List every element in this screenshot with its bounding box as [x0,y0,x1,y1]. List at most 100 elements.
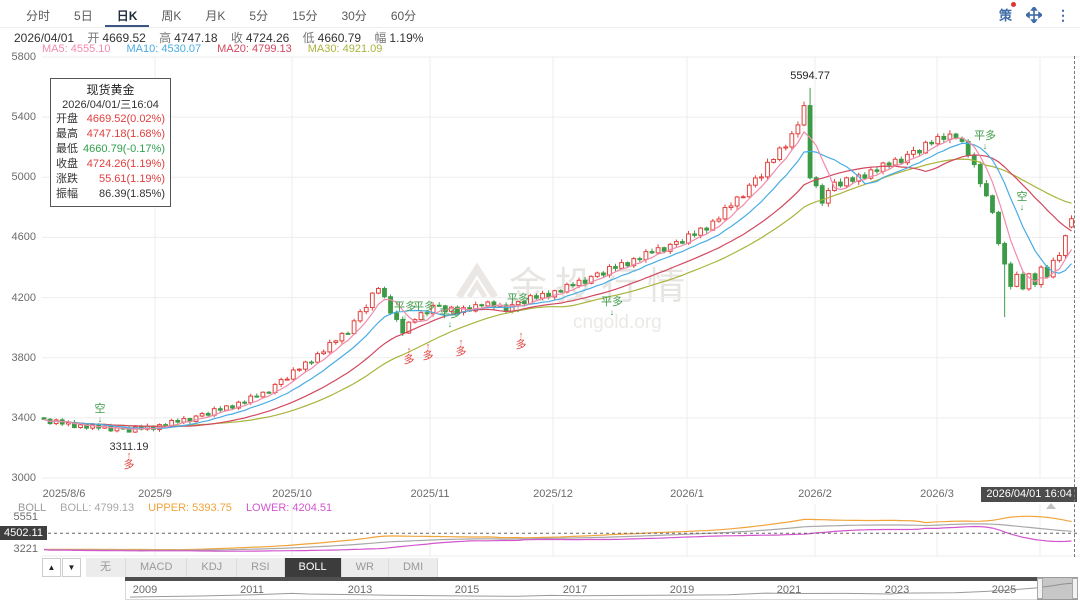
tab-weekly-k[interactable]: 周K [149,0,193,27]
indicator-down-button[interactable]: ▼ [62,558,81,577]
candle-body [942,136,946,139]
navigator-scrollbar[interactable] [125,577,1037,581]
candle-body [364,307,368,311]
tooltip-row-high: 最高4747.18(1.68%) [56,127,165,142]
navigator-year-label: 2021 [777,584,801,596]
candle-body [480,305,484,306]
indicator-tab-boll[interactable]: BOLL [285,558,342,577]
strategy-icon[interactable]: 策 [999,5,1012,24]
indicator-tab-kdj[interactable]: KDJ [187,558,237,577]
indicator-tab-none[interactable]: 无 [86,558,126,577]
candle-body [839,182,843,186]
brush-right-handle[interactable] [1072,578,1078,599]
tooltip-low-value: 4660.79(-0.17%) [83,142,165,157]
navigator-year-label: 2009 [133,584,157,596]
candle-body [115,428,119,431]
ma10-value: MA10: 4530.07 [127,43,202,55]
candle-body [899,159,903,162]
candle-body [334,341,338,343]
boll-lower-value: LOWER: 4204.51 [246,502,332,514]
candle-body [1015,274,1019,286]
boll-header: BOLL BOLL: 4799.13 UPPER: 5393.75 LOWER:… [18,502,332,514]
candle-body [377,288,381,293]
candles-group [42,88,1073,433]
candle-body [875,170,879,171]
navigator-year-label: 2011 [240,584,264,596]
candle-body [991,196,995,213]
candle-body [1009,264,1013,286]
candle-body [267,392,271,393]
candle-body [79,425,83,428]
candle-body [620,263,624,269]
candle-body [395,313,399,319]
candle-body [1064,236,1068,256]
candle-body [936,136,940,143]
candle-body [656,248,660,253]
candle-body [571,284,575,285]
tab-5day[interactable]: 5日 [62,0,105,27]
x-axis-tick: 2025/11 [411,488,450,500]
candle-body [954,134,958,138]
tab-timeshare[interactable]: 分时 [14,0,62,27]
more-menu-icon[interactable]: ⋮ [1056,7,1070,23]
amplitude-value: 1.19% [389,31,423,45]
brush-left-handle[interactable] [1037,578,1043,599]
candle-body [778,148,782,159]
x-axis-tick: 2025/10 [272,488,312,500]
candle-body [419,313,423,320]
ma5-value: MA5: 4555.10 [42,43,111,55]
candle-body [796,125,800,134]
candle-body [425,313,429,314]
candle-body [790,134,794,147]
tab-monthly-k[interactable]: 月K [193,0,237,27]
indicator-up-button[interactable]: ▲ [42,558,61,577]
indicator-tab-wr[interactable]: WR [342,558,389,577]
crosshair-vertical-line [1074,56,1075,557]
candle-body [486,302,490,306]
candle-body [279,380,283,385]
x-axis-tick: 2025/8/6 [43,488,86,500]
navigator-year-label: 2015 [455,584,479,596]
tooltip-amplitude-label: 振幅 [56,187,78,202]
candle-body [893,159,897,165]
candle-body [662,248,666,252]
x-axis-tick: 2026/2 [798,488,832,500]
tooltip-change-value: 55.61(1.19%) [99,172,165,187]
candle-body [717,219,721,221]
navigator-year-label: 2019 [670,584,694,596]
candle-body [681,242,685,244]
candle-body [997,212,1001,243]
candle-body [845,178,849,186]
candle-body [310,362,314,363]
compare-layout-icon[interactable] [1026,7,1042,23]
tab-5min[interactable]: 5分 [237,0,280,27]
tooltip-row-open: 开盘4669.52(0.02%) [56,112,165,127]
indicator-tab-macd[interactable]: MACD [126,558,187,577]
candle-body [881,163,885,171]
candle-body [42,418,46,420]
tooltip-open-value: 4669.52(0.02%) [87,112,165,127]
indicator-tab-dmi[interactable]: DMI [389,558,438,577]
candle-body [723,208,727,219]
candle-body [1070,219,1074,227]
candle-body [693,234,697,235]
main-grid [42,57,1080,478]
tab-30min[interactable]: 30分 [329,0,378,27]
candle-body [297,369,301,370]
candle-body [887,163,891,165]
tab-daily-k[interactable]: 日K [105,0,150,27]
candle-body [1003,244,1007,264]
ma30-value: MA30: 4921.09 [308,43,383,55]
indicator-tab-rsi[interactable]: RSI [237,558,284,577]
candle-body [784,147,788,148]
navigator-year-label: 2017 [563,584,587,596]
candle-body [261,392,265,397]
ma30-line [44,159,1072,426]
navigator-brush-window[interactable] [1037,577,1078,600]
tab-60min[interactable]: 60分 [379,0,428,27]
candle-body [352,321,356,334]
ma-values-bar: MA5: 4555.10 MA10: 4530.07 MA20: 4799.13… [42,43,382,55]
boll-mid-axis-badge: 4502.11 [0,526,47,540]
tooltip-datetime: 2026/04/01/三16:04 [56,98,165,112]
tab-15min[interactable]: 15分 [280,0,329,27]
